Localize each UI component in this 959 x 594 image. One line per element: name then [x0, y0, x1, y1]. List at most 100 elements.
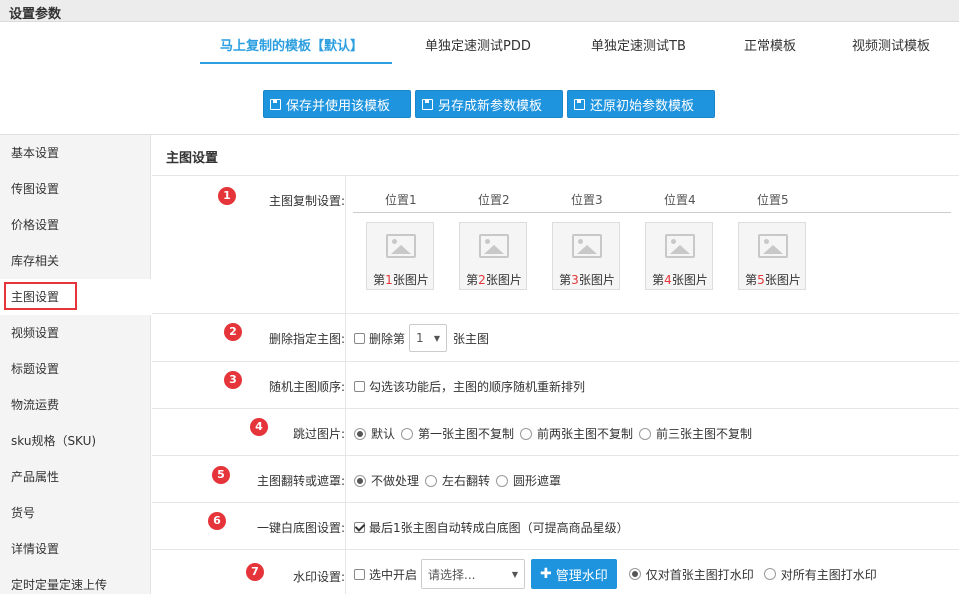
option-label: 前三张主图不复制	[656, 427, 753, 441]
tab-tb-test[interactable]: 单独定速测试TB	[591, 35, 686, 54]
image-slot-caption: 第1张图片	[367, 271, 435, 288]
sidebar-item-details[interactable]: 详情设置	[0, 531, 151, 567]
caption-prefix: 第	[466, 273, 479, 287]
watermark-enable-checkbox[interactable]	[354, 568, 365, 580]
watermark-enable-label: 选中开启	[369, 567, 418, 582]
sidebar-item-video[interactable]: 视频设置	[0, 315, 151, 351]
radio-button[interactable]	[401, 427, 414, 440]
caption-number: 5	[757, 273, 765, 287]
flip-option-none[interactable]: 不做处理	[354, 472, 419, 489]
caption-prefix: 第	[745, 273, 758, 287]
delete-image-label: 删除指定主图:	[268, 332, 345, 346]
image-slot[interactable]: 第2张图片	[459, 222, 527, 290]
sidebar-item-item-number[interactable]: 货号	[0, 495, 151, 531]
sidebar-item-scheduled-upload[interactable]: 定时定量定速上传	[0, 567, 151, 594]
save-and-use-button[interactable]: 保存并使用该模板	[263, 90, 411, 118]
flip-mask-label: 主图翻转或遮罩:	[256, 474, 345, 488]
image-slot[interactable]: 第4张图片	[645, 222, 713, 290]
image-slot-caption: 第5张图片	[739, 271, 807, 288]
caret-down-icon: ▼	[433, 333, 441, 343]
caption-number: 2	[478, 273, 486, 287]
window-title: 设置参数	[9, 7, 62, 22]
row-copy-settings: 1 主图复制设置: 位置1 位置2 位置3 位置4 位置5 第1张图片 第2张图…	[152, 176, 959, 314]
sidebar-item-attributes[interactable]: 产品属性	[0, 459, 151, 495]
sidebar-item-title[interactable]: 标题设置	[0, 351, 151, 387]
save-as-new-button[interactable]: 另存成新参数模板	[415, 90, 563, 118]
restore-default-button[interactable]: 还原初始参数模板	[567, 90, 715, 118]
tab-normal-template[interactable]: 正常模板	[744, 35, 796, 54]
option-label: 左右翻转	[442, 474, 491, 488]
sidebar-item-label: 详情设置	[11, 542, 60, 556]
sidebar-item-label: sku规格（SKU)	[11, 434, 97, 448]
sidebar-item-price[interactable]: 价格设置	[0, 207, 151, 243]
sidebar-item-upload[interactable]: 传图设置	[0, 171, 151, 207]
image-slot[interactable]: 第3张图片	[552, 222, 620, 290]
caption-suffix: 张图片	[671, 273, 708, 287]
tab-pdd-test[interactable]: 单独定速测试PDD	[425, 35, 531, 54]
skip-option-first[interactable]: 第一张主图不复制	[401, 425, 514, 442]
position-header: 位置5	[757, 193, 789, 207]
row-flip-mask: 5 主图翻转或遮罩: 不做处理 左右翻转 圆形遮罩	[152, 456, 959, 503]
row-divider	[345, 456, 346, 502]
image-slot[interactable]: 第1张图片	[366, 222, 434, 290]
sidebar-item-label: 价格设置	[11, 218, 60, 232]
delete-index-select[interactable]: 1 ▼	[409, 324, 448, 352]
step-badge: 2	[224, 323, 242, 341]
skip-images-options: 默认 第一张主图不复制 前两张主图不复制 前三张主图不复制	[354, 425, 758, 442]
sidebar-item-label: 库存相关	[11, 254, 60, 268]
sidebar-item-basic[interactable]: 基本设置	[0, 135, 151, 171]
sidebar-item-label: 定时定量定速上传	[11, 578, 108, 592]
save-as-new-label: 另存成新参数模板	[438, 98, 543, 114]
option-label: 对所有主图打水印	[780, 567, 877, 582]
manage-watermark-button[interactable]: ✚ 管理水印	[531, 559, 617, 589]
watermark-option-first[interactable]: 仅对首张主图打水印	[628, 566, 754, 583]
step-badge: 4	[250, 418, 268, 436]
radio-button[interactable]	[354, 474, 366, 487]
watermark-select[interactable]: 请选择... ▼	[421, 559, 526, 589]
sidebar-item-label: 传图设置	[11, 182, 60, 196]
row-random-order: 3 随机主图顺序: 勾选该功能后，主图的顺序随机重新排列	[152, 362, 959, 409]
radio-button[interactable]	[496, 474, 509, 487]
row-white-background: 6 一键白底图设置: 最后1张主图自动转成白底图（可提高商品星级）	[152, 503, 959, 550]
delete-image-suffix: 张主图	[453, 331, 490, 346]
template-tabs: 马上复制的模板【默认】 单独定速测试PDD 单独定速测试TB 正常模板 视频测试…	[0, 22, 959, 64]
skip-option-first-two[interactable]: 前两张主图不复制	[520, 425, 633, 442]
radio-button[interactable]	[520, 427, 533, 440]
caption-suffix: 张图片	[392, 273, 429, 287]
step-badge: 7	[246, 563, 264, 581]
white-background-checkbox[interactable]	[354, 522, 365, 533]
save-icon	[574, 98, 585, 110]
random-order-label: 随机主图顺序:	[268, 380, 345, 394]
sidebar-item-sku[interactable]: sku规格（SKU)	[0, 423, 151, 459]
image-slot-caption: 第3张图片	[553, 271, 621, 288]
flip-option-circle-mask[interactable]: 圆形遮罩	[496, 472, 561, 489]
active-tab-indicator	[200, 62, 392, 64]
row-watermark: 7 水印设置: 选中开启 请选择... ▼ ✚ 管理水印 仅对首张主图打水印 对…	[152, 550, 959, 594]
caption-prefix: 第	[652, 273, 665, 287]
tab-default-template[interactable]: 马上复制的模板【默认】	[220, 35, 363, 54]
sidebar-item-shipping[interactable]: 物流运费	[0, 387, 151, 423]
image-slot-caption: 第4张图片	[646, 271, 714, 288]
radio-button[interactable]	[639, 427, 652, 440]
option-label: 默认	[371, 427, 396, 441]
flip-mask-options: 不做处理 左右翻转 圆形遮罩	[354, 472, 567, 489]
caption-number: 4	[664, 273, 672, 287]
option-label: 不做处理	[371, 474, 420, 488]
watermark-option-all[interactable]: 对所有主图打水印	[763, 566, 877, 583]
radio-button[interactable]	[628, 568, 641, 580]
skip-option-first-three[interactable]: 前三张主图不复制	[639, 425, 752, 442]
tab-video-test-template[interactable]: 视频测试模板	[852, 35, 930, 54]
image-slot[interactable]: 第5张图片	[738, 222, 806, 290]
random-order-checkbox[interactable]	[354, 381, 365, 392]
watermark-controls: 选中开启 请选择... ▼ ✚ 管理水印 仅对首张主图打水印 对所有主图打水印	[354, 559, 883, 589]
row-divider	[345, 503, 346, 549]
radio-button[interactable]	[763, 568, 776, 580]
sidebar-item-main-image[interactable]: 主图设置	[0, 279, 151, 315]
radio-button[interactable]	[425, 474, 438, 487]
radio-button[interactable]	[354, 427, 366, 440]
skip-option-default[interactable]: 默认	[354, 425, 395, 442]
sidebar-item-label: 基本设置	[11, 146, 60, 160]
sidebar-item-stock[interactable]: 库存相关	[0, 243, 151, 279]
flip-option-horizontal[interactable]: 左右翻转	[425, 472, 490, 489]
delete-image-checkbox[interactable]	[354, 332, 365, 344]
